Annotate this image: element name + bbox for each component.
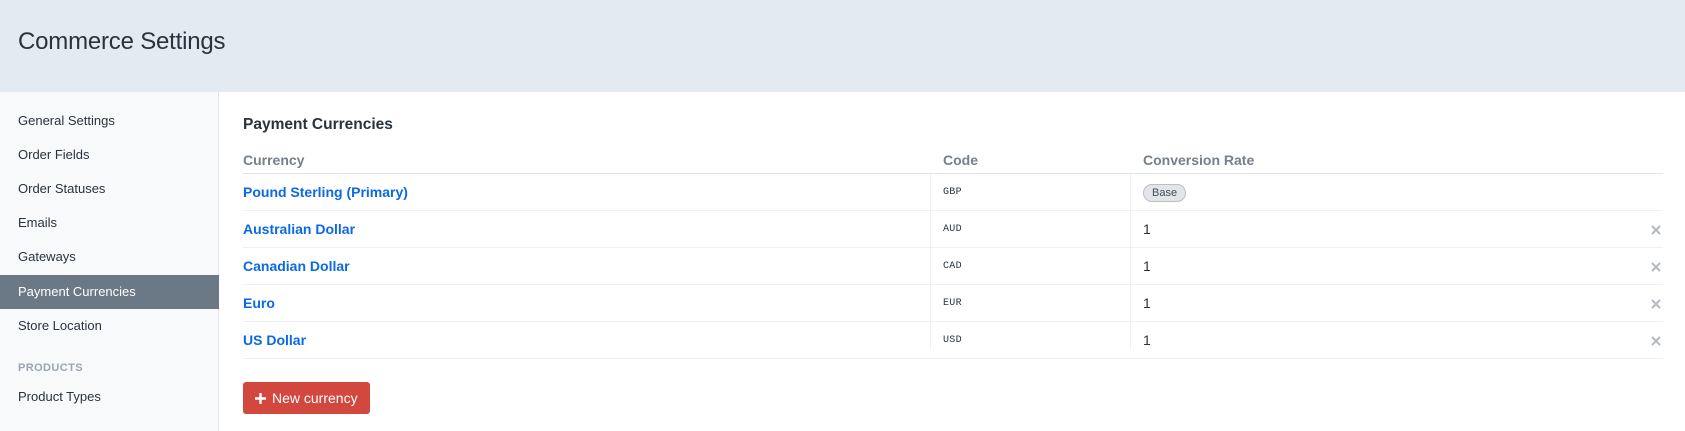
sidebar-item-order-fields[interactable]: Order Fields xyxy=(0,138,219,172)
conversion-rate: 1 xyxy=(1143,258,1151,274)
currency-code: AUD xyxy=(943,224,962,235)
row-divider xyxy=(243,247,1663,248)
row-divider xyxy=(243,284,1663,285)
currency-code: EUR xyxy=(943,298,962,309)
delete-x-icon[interactable] xyxy=(1650,261,1662,273)
section-title: Payment Currencies xyxy=(243,116,393,133)
currency-link[interactable]: Euro xyxy=(243,295,275,311)
page-header: Commerce Settings xyxy=(0,0,1685,92)
delete-x-icon[interactable] xyxy=(1650,335,1662,347)
column-header-currency[interactable]: Currency xyxy=(243,152,304,168)
column-divider xyxy=(930,174,931,350)
sidebar: General Settings Order Fields Order Stat… xyxy=(0,92,219,431)
currency-link[interactable]: US Dollar xyxy=(243,332,306,348)
conversion-rate: 1 xyxy=(1143,332,1151,348)
currency-link[interactable]: Pound Sterling (Primary) xyxy=(243,184,408,200)
sidebar-item-payment-currencies[interactable]: Payment Currencies xyxy=(0,275,219,309)
sidebar-item-general-settings[interactable]: General Settings xyxy=(0,104,219,138)
sidebar-item-store-location[interactable]: Store Location xyxy=(0,309,219,343)
delete-x-icon[interactable] xyxy=(1650,298,1662,310)
sidebar-heading-products: PRODUCTS xyxy=(18,362,83,374)
currency-code: USD xyxy=(943,335,962,346)
plus-icon xyxy=(255,392,266,404)
sidebar-item-emails[interactable]: Emails xyxy=(0,206,219,240)
sidebar-item-gateways[interactable]: Gateways xyxy=(0,240,219,274)
column-header-conversion-rate[interactable]: Conversion Rate xyxy=(1143,152,1254,168)
row-divider xyxy=(243,321,1663,322)
column-header-code[interactable]: Code xyxy=(943,152,978,168)
new-currency-button[interactable]: New currency xyxy=(243,382,370,414)
conversion-rate: 1 xyxy=(1143,295,1151,311)
sidebar-item-order-statuses[interactable]: Order Statuses xyxy=(0,172,219,206)
currency-link[interactable]: Canadian Dollar xyxy=(243,258,350,274)
sidebar-item-product-types[interactable]: Product Types xyxy=(0,380,219,414)
currency-link[interactable]: Australian Dollar xyxy=(243,221,355,237)
page-title: Commerce Settings xyxy=(18,28,226,55)
row-divider xyxy=(243,358,1663,359)
table-header-divider xyxy=(243,173,1663,174)
delete-x-icon[interactable] xyxy=(1650,224,1662,236)
currency-code: CAD xyxy=(943,261,962,272)
conversion-rate: 1 xyxy=(1143,221,1151,237)
base-badge: Base xyxy=(1143,184,1187,202)
main-content: Payment Currencies Currency Code Convers… xyxy=(220,92,1685,431)
new-currency-label: New currency xyxy=(272,390,358,406)
row-divider xyxy=(243,210,1663,211)
column-divider xyxy=(1130,174,1131,350)
currency-code: GBP xyxy=(943,187,962,198)
